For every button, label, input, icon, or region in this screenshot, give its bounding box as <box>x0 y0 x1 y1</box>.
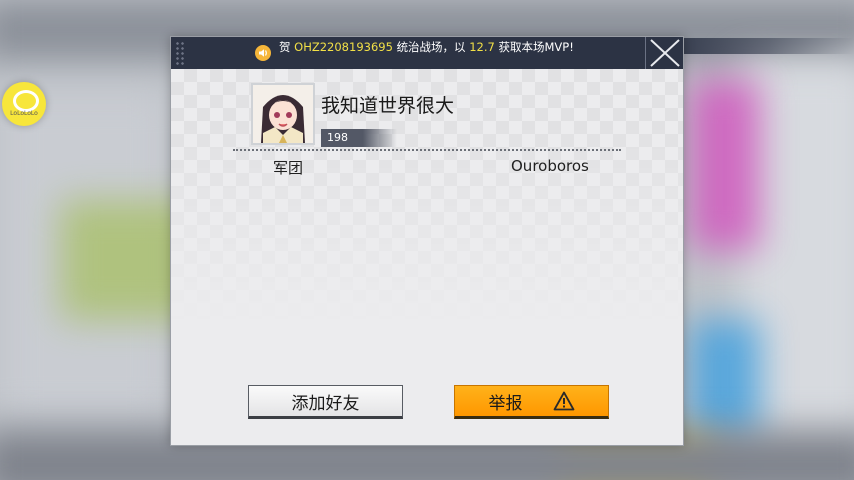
player-level: 198 <box>321 129 397 147</box>
avatar[interactable] <box>251 83 315 145</box>
grip-dots <box>175 41 185 65</box>
warning-icon <box>553 391 574 411</box>
legion-label: 军团 <box>273 159 304 177</box>
speaker-icon <box>255 45 271 61</box>
player-name: 我知道世界很大 <box>321 95 455 117</box>
broadcast-mid: 统治战场，以 <box>396 40 466 54</box>
report-button[interactable]: 举报 <box>454 385 609 419</box>
side-logo-text: LoLoLoLo <box>10 110 38 117</box>
broadcast-suffix: 获取本场MVP! <box>498 40 574 54</box>
broadcast-score: 12.7 <box>469 40 495 54</box>
broadcast-bar: 贺 OHZ2208193695 统治战场，以 12.7 获取本场MVP! <box>171 37 683 69</box>
broadcast-player-id: OHZ2208193695 <box>294 40 393 54</box>
close-button[interactable] <box>645 37 683 69</box>
divider <box>233 149 621 151</box>
report-label: 举报 <box>488 393 523 414</box>
legion-value: Ouroboros <box>511 157 589 175</box>
player-profile-dialog: 贺 OHZ2208193695 统治战场，以 12.7 获取本场MVP! 我知道… <box>170 36 684 446</box>
broadcast-prefix: 贺 <box>279 40 291 54</box>
add-friend-button[interactable]: 添加好友 <box>248 385 403 419</box>
add-friend-label: 添加好友 <box>291 393 360 414</box>
side-logo[interactable]: LoLoLoLo <box>2 82 46 126</box>
avatar-image <box>253 85 313 143</box>
broadcast-bar-extension <box>684 38 854 54</box>
broadcast-message: 贺 OHZ2208193695 统治战场，以 12.7 获取本场MVP! <box>279 37 574 69</box>
close-icon <box>650 39 680 67</box>
